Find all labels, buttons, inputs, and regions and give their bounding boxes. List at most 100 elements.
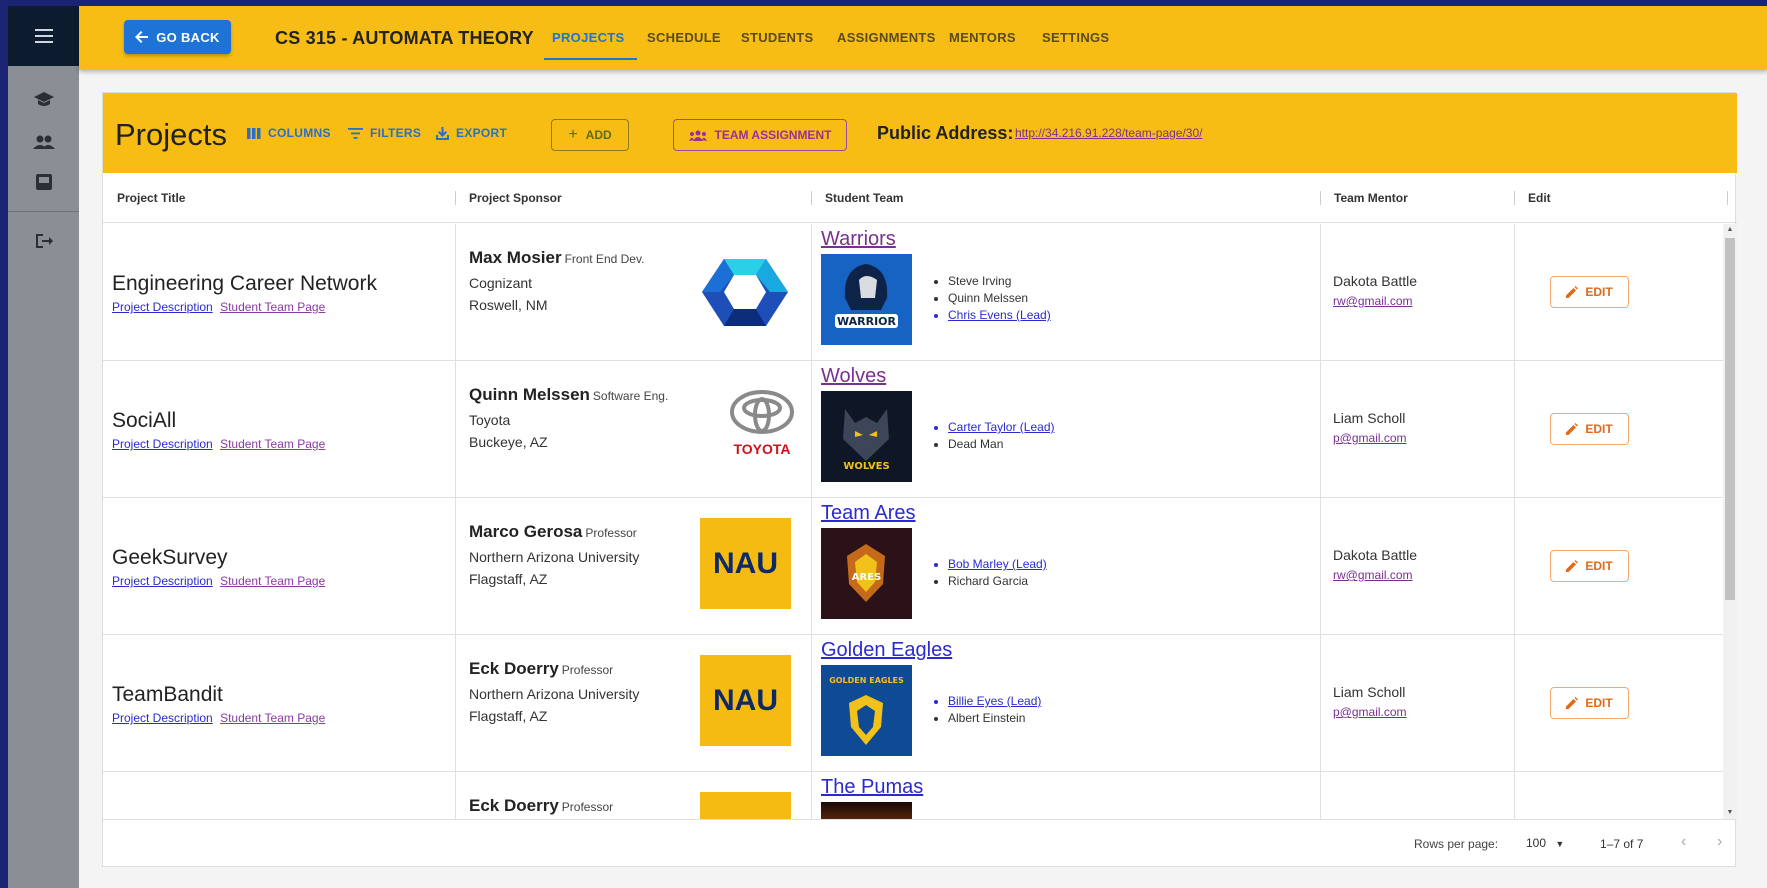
rows-per-page-select[interactable]: 100 ▼ [1526, 836, 1564, 850]
public-address-link[interactable]: http://34.216.91.228/team-page/30/ [1015, 126, 1202, 140]
sponsor-location: Buckeye, AZ [469, 434, 548, 450]
chevron-left-icon[interactable]: ‹ [1681, 833, 1686, 851]
column-separator[interactable] [1514, 191, 1515, 205]
pencil-icon [1566, 560, 1579, 572]
column-separator[interactable] [455, 191, 456, 205]
col-header-project-title[interactable]: Project Title [117, 191, 185, 205]
student-team-page-link[interactable]: Student Team Page [220, 574, 325, 588]
team-name-link[interactable]: The Pumas [821, 776, 923, 799]
chevron-right-icon[interactable]: › [1717, 833, 1722, 851]
team-logo-warriors: WARRIOR [821, 254, 912, 345]
list-item[interactable]: Bob Marley (Lead) [948, 557, 1047, 571]
team-name-link[interactable]: Warriors [821, 228, 896, 251]
mentor-email[interactable]: rw@gmail.com [1333, 294, 1413, 308]
project-title: TeamBandit [112, 683, 223, 706]
columns-button[interactable]: COLUMNS [247, 126, 331, 140]
scroll-down-icon[interactable]: ▼ [1723, 807, 1737, 819]
side-rail [8, 6, 79, 888]
edit-button[interactable]: EDIT [1550, 687, 1629, 719]
tab-schedule[interactable]: SCHEDULE [647, 30, 721, 45]
team-logo-pumas [821, 802, 912, 819]
col-header-project-sponsor[interactable]: Project Sponsor [469, 191, 562, 205]
project-description-link[interactable]: Project Description [112, 711, 213, 725]
page-title: Projects [115, 117, 227, 152]
logout-icon[interactable] [8, 226, 79, 256]
nau-logo-text: NAU [713, 684, 778, 717]
mentor-name: Dakota Battle [1333, 547, 1418, 563]
edit-button[interactable]: EDIT [1550, 550, 1629, 582]
col-header-team-mentor[interactable]: Team Mentor [1334, 191, 1408, 205]
team-logo-ares: ARES [821, 528, 912, 619]
table-row: TeamBandit Project Description Student T… [103, 635, 1723, 772]
add-button[interactable]: + ADD [551, 119, 629, 151]
project-links: Project Description Student Team Page [112, 574, 329, 588]
col-header-student-team[interactable]: Student Team [825, 191, 903, 205]
export-label: EXPORT [456, 126, 508, 140]
inbox-icon[interactable] [8, 167, 79, 197]
mentor-email[interactable]: p@gmail.com [1333, 705, 1407, 719]
mentor-email[interactable]: p@gmail.com [1333, 431, 1407, 445]
tab-mentors[interactable]: MENTORS [949, 30, 1016, 45]
sponsor-name: Marco Gerosa Professor [469, 522, 637, 541]
active-tab-indicator [544, 58, 637, 60]
list-item: Steve Irving [948, 274, 1051, 288]
tab-settings[interactable]: SETTINGS [1042, 30, 1109, 45]
toyota-logo-text: TOYOTA [733, 441, 790, 457]
team-name-link[interactable]: Wolves [821, 365, 886, 388]
team-assignment-button[interactable]: TEAM ASSIGNMENT [673, 119, 847, 151]
sponsor-name: Eck Doerry Professor [469, 659, 614, 678]
download-icon [436, 126, 449, 140]
toyota-logo: TOYOTA [730, 390, 794, 457]
edit-label: EDIT [1585, 559, 1613, 573]
column-separator[interactable] [811, 191, 812, 205]
mentor-name: Liam Scholl [1333, 684, 1406, 700]
list-item[interactable]: Carter Taylor (Lead) [948, 420, 1055, 434]
sponsor-location: Flagstaff, AZ [469, 571, 548, 587]
menu-toggle[interactable] [8, 6, 79, 66]
tab-assignments[interactable]: ASSIGNMENTS [837, 30, 936, 45]
table-row: GeekSurvey Project Description Student T… [103, 498, 1723, 635]
col-header-edit[interactable]: Edit [1528, 191, 1551, 205]
student-team-page-link[interactable]: Student Team Page [220, 300, 325, 314]
column-separator[interactable] [1727, 191, 1728, 205]
scroll-up-icon[interactable]: ▲ [1723, 224, 1737, 236]
column-separator[interactable] [1320, 191, 1321, 205]
edit-button[interactable]: EDIT [1550, 276, 1629, 308]
team-logo-golden-eagles: GOLDEN EAGLES [821, 665, 912, 756]
tab-students[interactable]: STUDENTS [741, 30, 813, 45]
sponsor-name: Quinn Melssen Software Eng. [469, 385, 669, 404]
list-item: Albert Einstein [948, 711, 1041, 725]
sponsor-company: Cognizant [469, 275, 533, 291]
student-team-page-link[interactable]: Student Team Page [220, 437, 325, 451]
nau-logo: NAU [700, 655, 791, 746]
team-name-link[interactable]: Golden Eagles [821, 639, 952, 662]
mentor-email[interactable]: rw@gmail.com [1333, 568, 1413, 582]
people-icon[interactable] [8, 127, 79, 157]
project-description-link[interactable]: Project Description [112, 574, 213, 588]
list-item[interactable]: Billie Eyes (Lead) [948, 694, 1041, 708]
nau-logo: NAU [700, 518, 791, 609]
sponsor-role: Professor [561, 663, 614, 677]
student-team-page-link[interactable]: Student Team Page [220, 711, 325, 725]
mentor-name: Dakota Battle [1333, 273, 1418, 289]
go-back-label: GO BACK [156, 29, 220, 45]
list-item[interactable]: Chris Evens (Lead) [948, 308, 1051, 322]
cognizant-logo [702, 259, 788, 326]
table-scrollbar[interactable]: ▲ ▼ [1723, 224, 1737, 819]
school-icon[interactable] [8, 85, 79, 115]
edit-button[interactable]: EDIT [1550, 413, 1629, 445]
edit-label: EDIT [1585, 285, 1613, 299]
export-button[interactable]: EXPORT [436, 126, 507, 140]
project-description-link[interactable]: Project Description [112, 437, 213, 451]
filters-button[interactable]: FILTERS [348, 126, 421, 140]
sponsor-role: Front End Dev. [564, 252, 645, 266]
scrollbar-thumb[interactable] [1725, 238, 1735, 600]
team-name-link[interactable]: Team Ares [821, 502, 915, 525]
edit-label: EDIT [1585, 696, 1613, 710]
tab-projects[interactable]: PROJECTS [552, 30, 624, 45]
project-links: Project Description Student Team Page [112, 300, 329, 314]
project-description-link[interactable]: Project Description [112, 300, 213, 314]
go-back-button[interactable]: GO BACK [124, 20, 231, 54]
sponsor-company: Northern Arizona University [469, 686, 640, 702]
project-title: Engineering Career Network [112, 272, 377, 295]
